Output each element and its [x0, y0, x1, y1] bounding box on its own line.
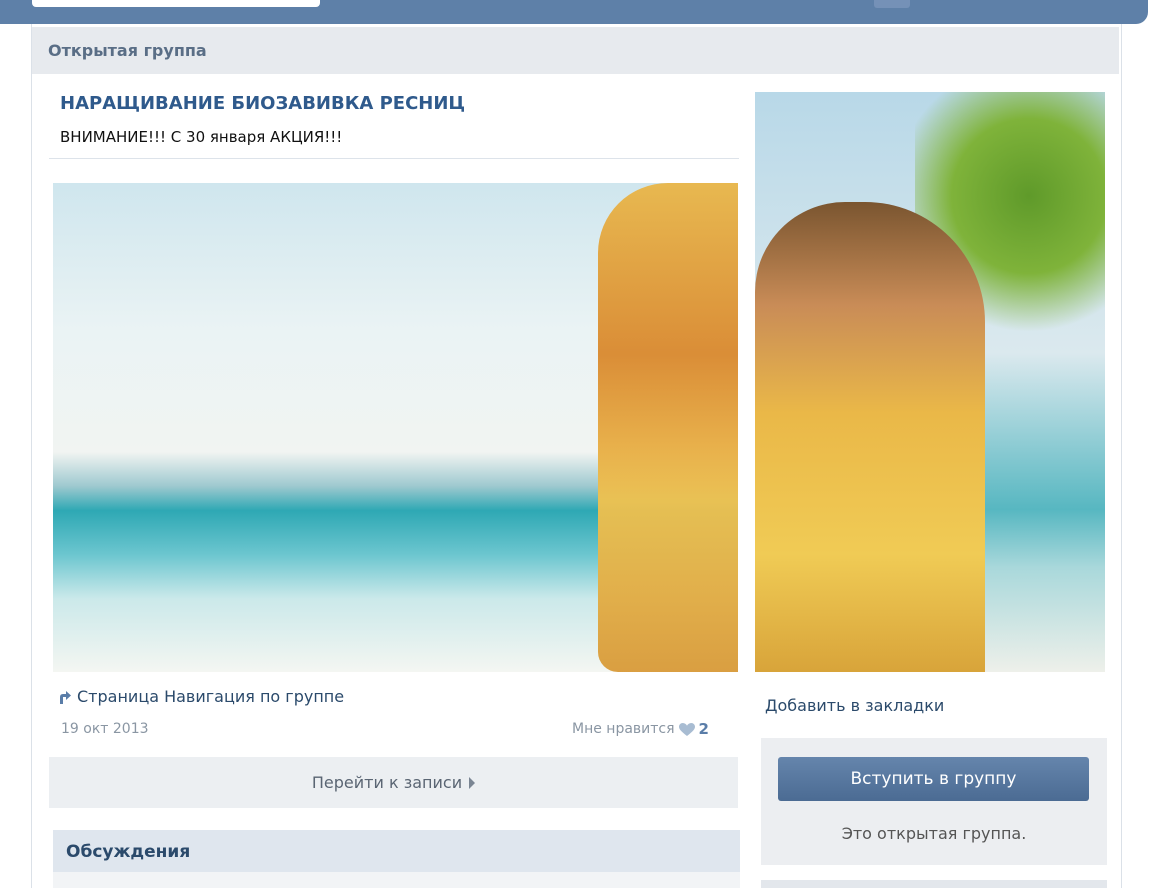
post-image-figure	[598, 183, 738, 672]
group-avatar-image[interactable]	[755, 92, 1105, 672]
discussions-body	[53, 872, 740, 888]
sidebar-next-block	[761, 880, 1107, 888]
like-count: 2	[698, 720, 709, 738]
search-input[interactable]	[32, 0, 320, 7]
add-bookmark-link[interactable]: Добавить в закладки	[765, 696, 944, 715]
goto-post-label: Перейти к записи	[311, 773, 463, 792]
discussions-title[interactable]: Обсуждения	[66, 842, 190, 862]
goto-post-button[interactable]: Перейти к записи	[49, 757, 738, 808]
link-arrow-icon	[57, 690, 71, 704]
goto-post-bar: Перейти к записи	[49, 757, 738, 808]
avatar-figure	[755, 202, 985, 672]
like-label: Мне нравится	[572, 721, 675, 737]
post-attachment-link-label[interactable]: Страница Навигация по группе	[77, 687, 344, 706]
post-date[interactable]: 19 окт 2013	[61, 721, 149, 737]
chevron-right-icon	[469, 776, 476, 789]
page-header-label: Открытая группа	[48, 41, 207, 60]
join-group-button[interactable]: Вступить в группу	[778, 757, 1089, 801]
post-attachment-link[interactable]: Страница Навигация по группе	[57, 687, 344, 706]
join-note: Это открытая группа.	[841, 824, 1027, 843]
divider	[49, 158, 739, 159]
group-status: ВНИМАНИЕ!!! С 30 января АКЦИЯ!!!	[60, 128, 343, 146]
like-button[interactable]: Мне нравится 2	[572, 720, 709, 738]
heart-icon	[678, 722, 695, 736]
top-navigation-bar	[0, 0, 1148, 24]
post-image[interactable]	[53, 183, 738, 672]
group-title: НАРАЩИВАНИЕ БИОЗАВИВКА РЕСНИЦ	[60, 93, 466, 114]
topbar-button[interactable]	[874, 0, 910, 8]
